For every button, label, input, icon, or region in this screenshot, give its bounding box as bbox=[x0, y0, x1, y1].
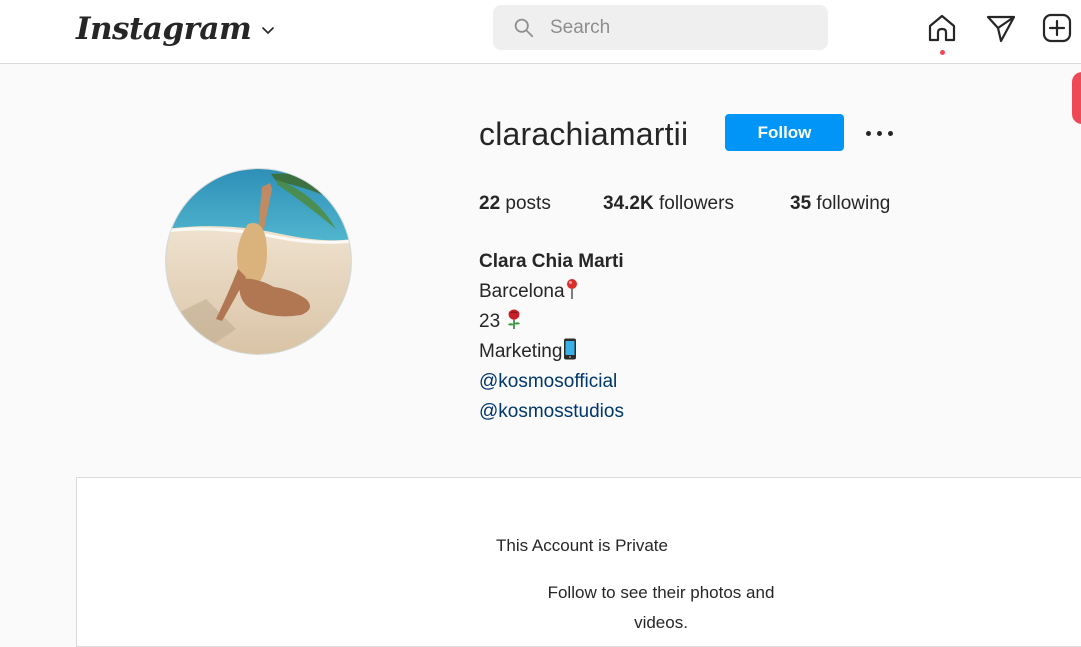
new-post-icon[interactable] bbox=[1041, 12, 1073, 44]
full-name: Clara Chia Marti bbox=[479, 251, 624, 272]
posts-stat: 22 posts bbox=[479, 192, 551, 216]
bio-age-text: 23 bbox=[479, 311, 501, 332]
bio-link-kosmosstudios[interactable]: @kosmosstudios bbox=[479, 397, 624, 427]
side-notification-tab[interactable] bbox=[1072, 72, 1081, 124]
private-account-message: Follow to see their photos and videos. bbox=[547, 583, 775, 632]
following-label[interactable]: following bbox=[816, 193, 890, 214]
bio-location-text: Barcelona bbox=[479, 281, 565, 302]
pushpin-icon bbox=[566, 279, 577, 299]
logo-switcher[interactable]: Instagram bbox=[76, 9, 275, 49]
private-account-title: This Account is Private bbox=[496, 536, 668, 555]
more-options-icon[interactable] bbox=[864, 122, 896, 144]
posts-count: 22 bbox=[479, 193, 501, 214]
bio-job-text: Marketing bbox=[479, 341, 563, 362]
bio-line-location: Barcelona bbox=[479, 277, 624, 307]
search-box[interactable] bbox=[493, 5, 828, 50]
following-stat[interactable]: 35 following bbox=[790, 192, 890, 216]
rose-icon bbox=[508, 309, 521, 329]
profile-username: clarachiamartii bbox=[479, 116, 689, 152]
mobile-phone-icon bbox=[564, 338, 577, 360]
beach-photo bbox=[166, 169, 351, 354]
search-input[interactable] bbox=[548, 15, 802, 40]
followers-count[interactable]: 34.2K bbox=[603, 193, 654, 214]
notification-dot bbox=[940, 50, 945, 55]
bio-line-job: Marketing bbox=[479, 337, 624, 367]
profile-bio: Clara Chia Marti Barcelona 23 Marketing … bbox=[479, 247, 624, 427]
chevron-down-icon[interactable] bbox=[261, 23, 275, 37]
direct-message-icon[interactable] bbox=[985, 12, 1017, 44]
home-icon[interactable] bbox=[926, 12, 958, 44]
search-icon bbox=[514, 18, 534, 38]
followers-label[interactable]: followers bbox=[659, 193, 734, 214]
posts-label: posts bbox=[505, 193, 551, 214]
following-count[interactable]: 35 bbox=[790, 193, 811, 214]
follow-button[interactable]: Follow bbox=[725, 114, 844, 151]
profile-avatar[interactable] bbox=[165, 168, 352, 355]
bio-line-age: 23 bbox=[479, 307, 624, 337]
private-account-panel: This Account is Private Follow to see th… bbox=[76, 477, 1081, 647]
top-navigation-bar: Instagram bbox=[0, 0, 1081, 64]
bio-link-kosmosofficial[interactable]: @kosmosofficial bbox=[479, 367, 624, 397]
followers-stat[interactable]: 34.2K followers bbox=[603, 192, 734, 216]
instagram-logo[interactable]: Instagram bbox=[76, 9, 252, 49]
